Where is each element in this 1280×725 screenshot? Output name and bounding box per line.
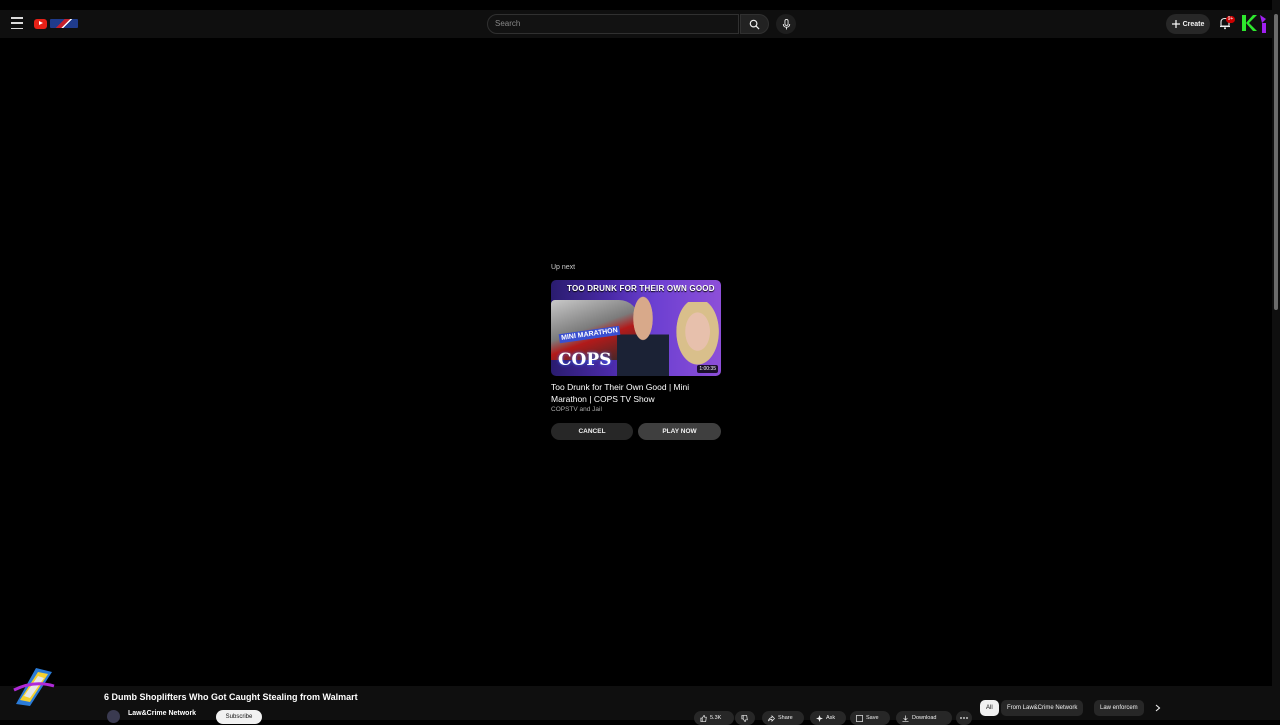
up-next-actions: CANCEL PLAY NOW	[551, 423, 721, 440]
thumbs-down-icon	[741, 714, 748, 722]
video-duration-badge: 1:00:35	[697, 365, 718, 373]
menu-icon[interactable]	[11, 17, 23, 29]
save-icon	[856, 714, 863, 722]
chips-next-button[interactable]	[1150, 700, 1166, 716]
chevron-right-icon	[1155, 704, 1161, 712]
channel-name[interactable]: Law&Crime Network	[128, 710, 196, 717]
search-icon	[749, 19, 760, 30]
youtube-play-icon	[34, 18, 47, 29]
save-button[interactable]: Save	[850, 711, 890, 725]
play-now-button[interactable]: PLAY NOW	[638, 423, 721, 440]
subscribe-button[interactable]: Subscribe	[216, 710, 262, 724]
download-icon	[902, 714, 909, 722]
create-button[interactable]: Create	[1166, 14, 1210, 34]
thumbnail-headline: TOO DRUNK FOR THEIR OWN GOOD	[567, 284, 715, 293]
chip-from-channel[interactable]: From Law&Crime Network	[1001, 700, 1084, 716]
download-button[interactable]: Download	[896, 711, 952, 725]
share-label: Share	[778, 715, 793, 721]
more-horizontal-icon	[960, 717, 968, 719]
up-next-thumbnail[interactable]: TOO DRUNK FOR THEIR OWN GOOD MINI MARATH…	[551, 280, 721, 376]
flag-logo-icon	[50, 19, 78, 28]
share-button[interactable]: Share	[762, 711, 804, 725]
up-next-panel: Up next TOO DRUNK FOR THEIR OWN GOOD MIN…	[551, 264, 721, 440]
download-label: Download	[912, 715, 937, 721]
channel-watermark-icon[interactable]	[8, 660, 60, 712]
channel-avatar[interactable]	[107, 710, 120, 723]
ask-label: Ask	[826, 715, 836, 721]
create-label: Create	[1182, 20, 1205, 28]
k-avatar-icon[interactable]	[1240, 13, 1270, 35]
search-input[interactable]: Search	[487, 14, 739, 34]
top-bar: Search Create 9+	[0, 10, 1272, 38]
cancel-button[interactable]: CANCEL	[551, 423, 633, 440]
up-next-channel[interactable]: COPSTV and Jail	[551, 406, 721, 413]
up-next-title[interactable]: Too Drunk for Their Own Good | Mini Mara…	[551, 382, 721, 405]
share-icon	[768, 714, 775, 722]
ask-button[interactable]: Ask	[810, 711, 846, 725]
thumbnail-cops-logo: COPS	[558, 350, 612, 370]
more-actions-button[interactable]	[956, 711, 972, 725]
like-button[interactable]: 5.3K	[694, 711, 734, 725]
officer-image	[617, 296, 669, 376]
up-next-label: Up next	[551, 264, 576, 271]
youtube-logo[interactable]	[34, 18, 80, 29]
scrollbar-thumb[interactable]	[1274, 14, 1278, 310]
dislike-button[interactable]	[735, 711, 755, 725]
plus-icon	[1171, 20, 1180, 28]
microphone-icon	[782, 18, 790, 30]
notification-count-badge: 9+	[1226, 16, 1235, 23]
chip-all[interactable]: All	[980, 700, 999, 716]
voice-search-button[interactable]	[776, 14, 796, 34]
page-scrollbar[interactable]	[1272, 0, 1280, 720]
video-title: 6 Dumb Shoplifters Who Got Caught Steali…	[104, 692, 358, 702]
search-button[interactable]	[740, 14, 769, 34]
like-count: 5.3K	[710, 715, 722, 721]
chip-law-enforcement[interactable]: Law enforcem	[1094, 700, 1144, 716]
thumbs-up-icon	[700, 714, 707, 722]
sparkle-icon	[816, 714, 823, 722]
save-label: Save	[866, 715, 879, 721]
